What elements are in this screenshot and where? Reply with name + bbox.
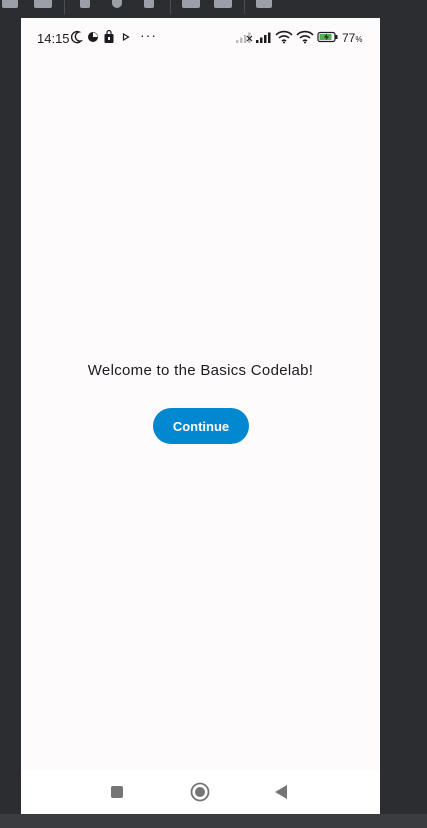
navigation-bar [21, 770, 380, 814]
emulator-toolbar [0, 0, 427, 18]
toolbar-divider [64, 0, 65, 14]
status-time: 14:15 [37, 31, 70, 46]
no-signal-icon [236, 32, 253, 43]
fold-icon[interactable] [34, 0, 52, 8]
welcome-text: Welcome to the Basics Codelab! [87, 362, 314, 379]
battery-percent-value: 77 [342, 31, 356, 45]
camera-icon[interactable] [182, 0, 200, 8]
battery-percent: 77% [342, 31, 362, 45]
toolbar-divider [170, 0, 171, 14]
shopping-bag-icon [104, 30, 114, 43]
video-icon[interactable] [214, 0, 232, 8]
pinwheel-icon [88, 32, 98, 42]
wifi-icon [296, 30, 314, 44]
emulator-window: 14:15 ··· 77% Welcome to the Basics Code… [0, 0, 427, 828]
recents-button[interactable] [105, 780, 129, 804]
recents-icon [111, 786, 123, 798]
more-icon: ··· [140, 27, 157, 43]
back-icon [275, 785, 287, 799]
home-icon [190, 782, 210, 802]
extended-controls-icon[interactable] [256, 0, 272, 8]
continue-button[interactable]: Continue [153, 408, 249, 444]
battery-charging-icon [317, 31, 338, 43]
emulator-bottom-strip [0, 814, 427, 828]
moon-icon [71, 30, 83, 44]
toolbar-divider [244, 0, 245, 14]
back-button[interactable] [269, 780, 293, 804]
home-circle-icon[interactable] [112, 0, 122, 8]
signal-icon [256, 32, 271, 43]
battery-percent-suffix: % [355, 35, 363, 44]
back-triangle-icon[interactable] [80, 0, 90, 8]
wifi-icon [275, 30, 293, 44]
status-bar: 14:15 ··· 77% [21, 18, 380, 58]
play-icon [122, 32, 130, 42]
overview-square-icon[interactable] [144, 0, 154, 8]
emulator-side-panel [380, 18, 427, 814]
phone-screen: 14:15 ··· 77% Welcome to the Basics Code… [21, 18, 380, 814]
rotate-icon[interactable] [2, 0, 18, 8]
home-button[interactable] [188, 780, 212, 804]
